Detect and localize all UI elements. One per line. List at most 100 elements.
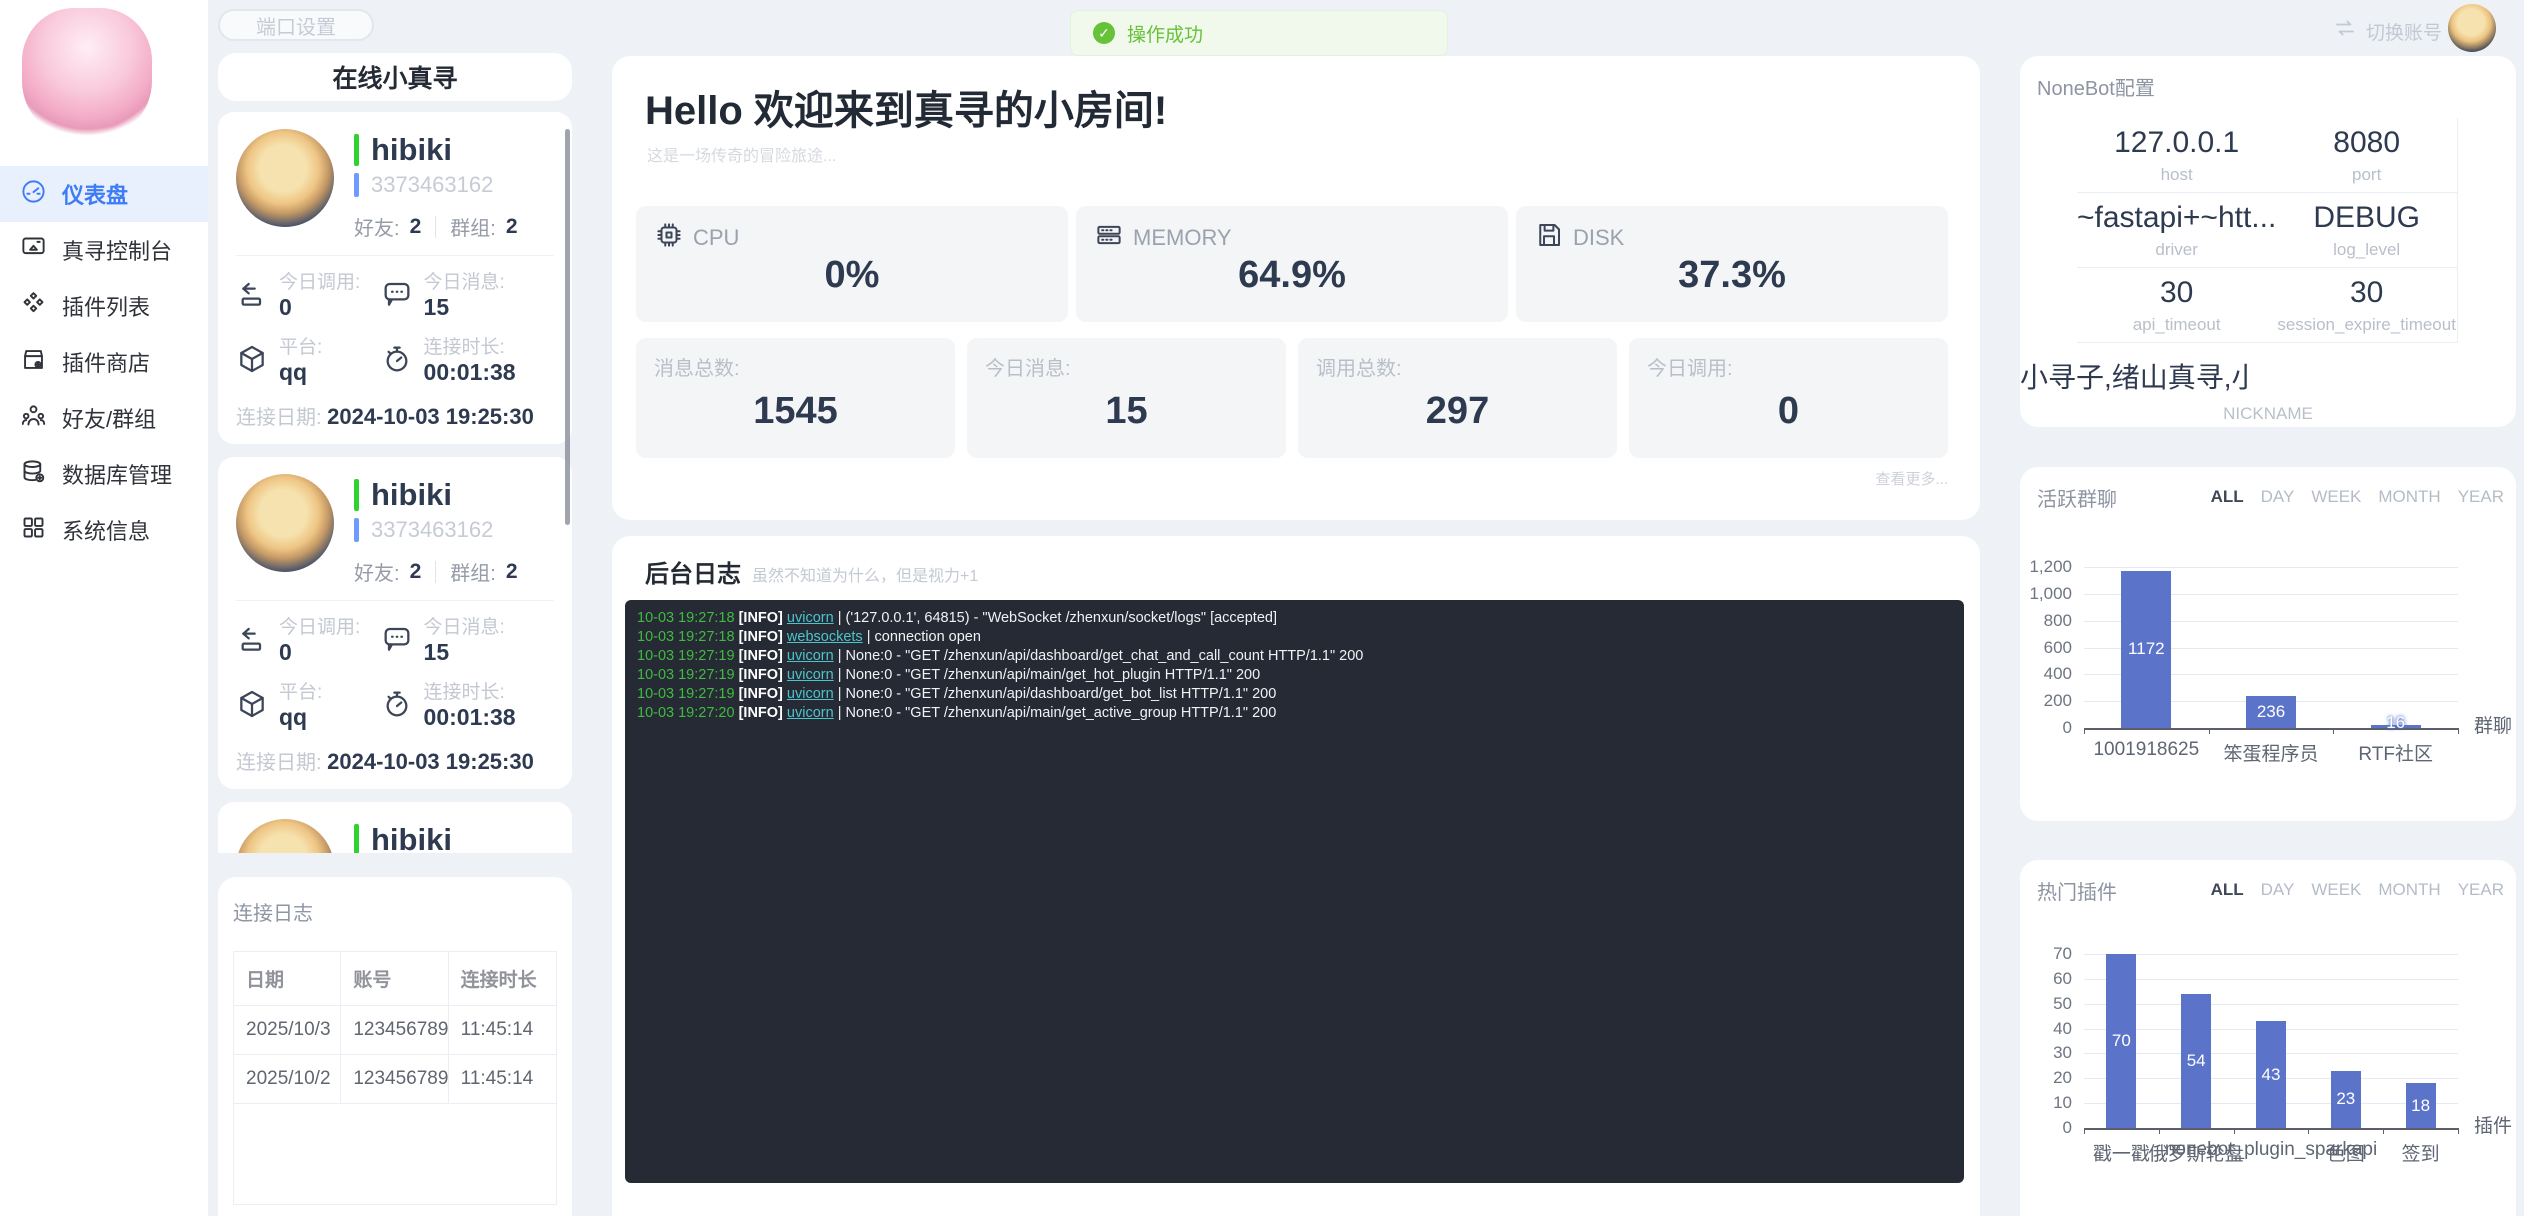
user-avatar[interactable] [2448,4,2496,52]
stat-card: 今日调用: 0 [1629,338,1948,458]
chart-range-tab[interactable]: YEAR [2458,880,2504,900]
bot-list[interactable]: hibiki 3373463162 好友:2 群组:2 今日调用: [218,112,572,853]
divider [435,216,436,238]
sidebar-item-label: 插件商店 [62,346,150,378]
memory-icon [1094,220,1124,256]
chart-range-tab[interactable]: DAY [2261,880,2295,900]
view-more-link[interactable]: 查看更多... [1875,468,1948,489]
bot-id: 3373463162 [371,172,493,198]
chart-title: 热门插件 [2037,876,2117,905]
groups-count: 2 [506,215,518,239]
sidebar-item[interactable]: 好友/群组 [0,390,208,446]
log-source-link: uvicorn [787,610,834,626]
config-label: driver [2155,240,2198,260]
bot-avatar [236,129,334,227]
chart-range-tab[interactable]: ALL [2211,880,2244,900]
sidebar-item-label: 插件列表 [62,290,150,322]
switch-account-label: 切换账号 [2366,18,2442,45]
connection-log-title: 连接日志 [233,897,557,926]
stat-label: 连接时长: [424,682,516,704]
config-label: log_level [2333,240,2400,260]
check-icon: ✓ [1093,22,1115,44]
stat-label: 平台: [279,682,322,704]
switch-account-button[interactable]: 切换账号 [2333,16,2442,46]
stat-card: 消息总数: 1545 [636,338,955,458]
config-value: 127.0.0.1 [2114,126,2239,160]
stat-label: 今日调用: [279,617,360,639]
resource-card: DISK 37.3% [1516,206,1948,322]
config-item: 30 session_expire_timeout [2276,268,2458,343]
log-source-link: uvicorn [787,667,834,683]
online-bots-header: 在线小真寻 [218,53,572,101]
stat-value: 0 [1629,390,1948,433]
divider [236,255,554,256]
resource-card: CPU 0% [636,206,1068,322]
bar-value-label: 1172 [2096,639,2196,659]
stat-value: 00:01:38 [424,359,516,385]
config-value: 8080 [2333,126,2400,160]
sidebar-item-label: 系统信息 [62,514,150,546]
log-source-link: uvicorn [787,705,834,721]
nickname-label: NICKNAME [2020,404,2516,424]
chart-range-tab[interactable]: MONTH [2378,880,2440,900]
bar-value-label: 18 [2391,1096,2451,1116]
stat-label: 今日消息: [424,272,505,294]
sidebar-item-label: 数据库管理 [62,458,172,490]
database-icon [20,458,47,491]
table-row: 2025/10/3 123456789 11:45:14 [234,1006,556,1055]
chart-range-tab[interactable]: DAY [2261,487,2295,507]
stat-label: 今日消息: [985,352,1071,381]
table-row: 2025/10/2 123456789 11:45:14 [234,1055,556,1104]
bot-list-scrollbar[interactable] [565,129,570,525]
chart-range-tab[interactable]: MONTH [2378,487,2440,507]
sidebar-item[interactable]: 系统信息 [0,502,208,558]
backend-log-subtitle: 虽然不知道为什么，但是视力+1 [752,562,978,586]
groups-count: 2 [506,560,518,584]
plugins-icon [20,290,47,323]
friends-label: 好友: [354,557,400,586]
groups-label: 群组: [450,557,496,586]
disk-icon [1534,220,1564,256]
config-value: 30 [2160,276,2193,310]
bot-card[interactable]: hibiki 3373463162 好友:2 群组:2 今日调用: [218,112,572,444]
stat-label: 调用总数: [1316,352,1402,381]
log-console[interactable]: 10-03 19:27:18 [INFO] uvicorn | ('127.0.… [625,600,1964,1183]
success-toast: ✓ 操作成功 [1070,10,1448,56]
sidebar-item[interactable]: 数据库管理 [0,446,208,502]
chart-range-tab[interactable]: YEAR [2458,487,2504,507]
chart-range-tab[interactable]: WEEK [2311,487,2361,507]
bot-card[interactable]: hibiki 3373463162 好友:2 群组:2 今日调用: [218,802,572,853]
config-label: api_timeout [2133,315,2221,335]
bot-card[interactable]: hibiki 3373463162 好友:2 群组:2 今日调用: [218,457,572,789]
config-item: 30 api_timeout [2077,268,2276,343]
sidebar-item[interactable]: 仪表盘 [0,166,208,222]
x-category-label: 签到 [2271,1139,2524,1166]
sidebar-item[interactable]: 真寻控制台 [0,222,208,278]
stat-value: 297 [1298,390,1617,433]
stat-card: 调用总数: 297 [1298,338,1617,458]
bot-avatar [236,819,334,853]
log-line: 10-03 19:27:19 [INFO] uvicorn | None:0 -… [637,647,1952,666]
gauge-icon [20,178,47,211]
hot-plugins-chart-card: 热门插件 ALLDAYWEEKMONTHYEAR 010203040506070… [2020,860,2516,1216]
resource-value: 37.3% [1516,254,1948,297]
sidebar-item[interactable]: 插件商店 [0,334,208,390]
chart-title: 活跃群聊 [2037,483,2117,512]
config-value: DEBUG [2313,201,2420,235]
chart-range-tab[interactable]: WEEK [2311,880,2361,900]
bar-value-label: 70 [2091,1031,2151,1051]
chat-icon [381,272,413,315]
bot-id: 3373463162 [371,517,493,543]
port-settings-button[interactable]: 端口设置 [218,9,374,41]
backend-log-title: 后台日志 [645,554,741,589]
bar-value-label: 54 [2166,1051,2226,1071]
sidebar-item[interactable]: 插件列表 [0,278,208,334]
chat-icon [381,617,413,660]
bar-value-label: 23 [2316,1089,2376,1109]
config-label: port [2352,165,2381,185]
resource-value: 0% [636,254,1068,297]
stopwatch-icon [381,337,413,380]
sidebar-nav: 仪表盘 真寻控制台 插件列表 插件商店 [0,166,208,558]
chart-range-tab[interactable]: ALL [2211,487,2244,507]
sidebar-item-label: 好友/群组 [62,402,156,434]
